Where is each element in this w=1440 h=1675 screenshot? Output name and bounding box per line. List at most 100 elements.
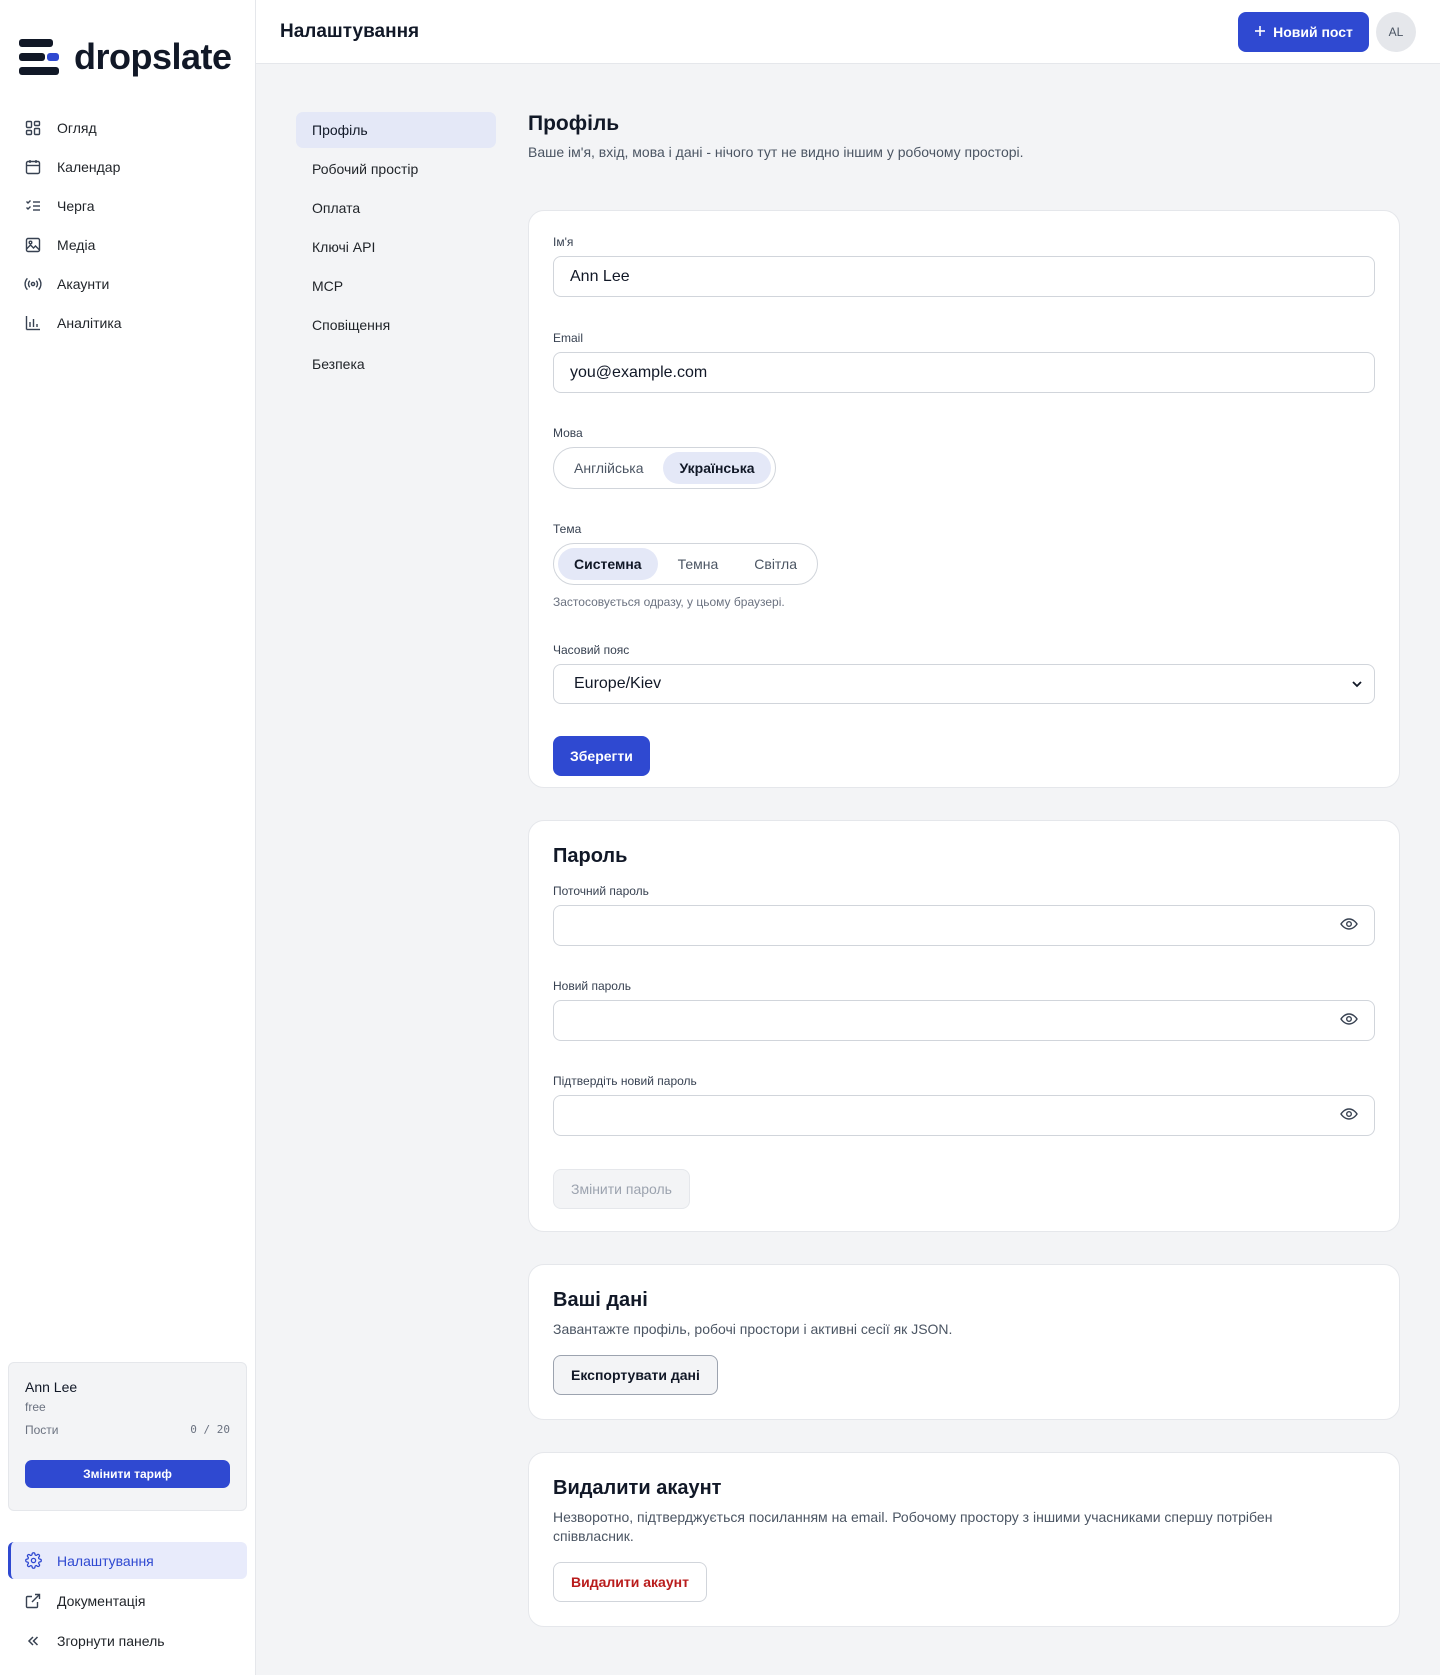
sidebar-item-docs[interactable]: Документація [8,1582,247,1619]
delete-account-description: Незворотно, підтверджується посиланням н… [553,1509,1273,1544]
new-post-button[interactable]: Новий пост [1238,12,1369,52]
email-label: Email [553,331,584,345]
posts-limit: 20 [216,1423,230,1436]
password-title: Пароль [553,845,628,867]
settings-tab-api-keys[interactable]: Ключі API [296,229,496,265]
delete-account-title: Видалити акаунт [553,1477,722,1499]
plan-tier: free [25,1400,46,1414]
theme-option-system[interactable]: Системна [558,548,658,580]
sidebar-item-label: Черга [57,197,95,214]
delete-account-card: Видалити акаунт Незворотно, підтверджуєт… [528,1452,1400,1627]
calendar-icon [24,158,42,176]
profile-header: Профіль Ваше ім'я, вхід, мова і дані - н… [528,112,1400,160]
timezone-value: Europe/Kiev [574,675,662,692]
password-card: Пароль Поточний пароль Новий пароль Підт… [528,820,1400,1232]
settings-nav: Профіль Робочий простір Оплата Ключі API… [296,112,496,385]
posts-label: Пости [25,1423,59,1437]
settings-tab-mcp[interactable]: MCP [296,268,496,304]
upgrade-plan-button[interactable]: Змінити тариф [25,1460,230,1488]
posts-used: 0 [190,1423,197,1436]
sidebar-bottom-nav: Налаштування Документація Згорнути панел… [8,1542,247,1662]
broadcast-icon [24,275,42,293]
settings-tab-workspace[interactable]: Робочий простір [296,151,496,187]
name-label: Ім'я [553,235,574,249]
gear-icon [24,1552,42,1570]
logo-text: dropslate [74,36,232,77]
sidebar-item-label: Календар [57,158,121,175]
new-password-label: Новий пароль [553,979,631,993]
chevrons-left-icon [24,1632,42,1650]
plan-card: Ann Lee free Пости 0 / 20 Змінити тариф [8,1362,247,1511]
sidebar-item-label: Акаунти [57,275,110,292]
section-title: Профіль [528,112,620,135]
posts-usage: 0 / 20 [190,1423,230,1437]
settings-tab-billing[interactable]: Оплата [296,190,496,226]
settings-tab-notifications[interactable]: Сповіщення [296,307,496,343]
export-data-button[interactable]: Експортувати дані [553,1355,718,1395]
sidebar-nav: Огляд Календар Черга Медіа Акаунти Аналі… [8,108,248,342]
sidebar-item-label: Згорнути панель [57,1632,165,1649]
language-label: Мова [553,426,583,440]
sidebar-item-label: Огляд [57,119,97,136]
data-export-card: Ваші дані Завантажте профіль, робочі про… [528,1264,1400,1420]
change-password-button[interactable]: Змінити пароль [553,1169,690,1209]
logo[interactable]: dropslate [19,36,232,78]
language-option-ukrainian[interactable]: Українська [663,452,771,484]
list-check-icon [24,197,42,215]
sidebar-item-calendar[interactable]: Календар [8,147,248,186]
sidebar-item-analytics[interactable]: Аналітика [8,303,248,342]
theme-label: Тема [553,522,582,536]
top-bar: Налаштування Новий пост AL [256,0,1440,64]
theme-option-dark[interactable]: Темна [662,548,735,580]
new-post-label: Новий пост [1273,24,1353,40]
theme-hint: Застосовується одразу, у цьому браузері. [553,595,785,609]
settings-tab-profile[interactable]: Профіль [296,112,496,148]
image-icon [24,236,42,254]
grid-icon [24,119,42,137]
current-password-input[interactable] [553,905,1375,946]
confirm-password-label: Підтвердіть новий пароль [553,1074,697,1088]
posts-usage-row: Пости 0 / 20 [25,1423,230,1437]
data-export-description: Завантажте профіль, робочі простори і ак… [553,1321,953,1337]
eye-icon[interactable] [1340,917,1358,935]
sidebar-item-label: Медіа [57,236,96,253]
save-button[interactable]: Зберегти [553,736,650,776]
profile-card: Ім'я Ann Lee Email you@example.com Мова … [528,210,1400,788]
plan-user-name: Ann Lee [25,1379,78,1395]
bar-chart-icon [24,314,42,332]
page-title: Налаштування [280,21,420,42]
current-password-label: Поточний пароль [553,884,649,898]
language-switcher: Англійська Українська [553,447,776,489]
sidebar-item-accounts[interactable]: Акаунти [8,264,248,303]
timezone-select[interactable]: Europe/Kiev [553,664,1375,704]
external-link-icon [24,1592,42,1610]
timezone-label: Часовий пояс [553,643,630,657]
sidebar-item-label: Налаштування [57,1552,154,1569]
eye-icon[interactable] [1340,1107,1358,1125]
delete-account-button[interactable]: Видалити акаунт [553,1562,707,1602]
new-password-input[interactable] [553,1000,1375,1041]
theme-option-light[interactable]: Світла [738,548,813,580]
confirm-password-input[interactable] [553,1095,1375,1136]
data-export-title: Ваші дані [553,1289,648,1311]
section-subtitle: Ваше ім'я, вхід, мова і дані - нічого ту… [528,144,1024,160]
collapse-sidebar-button[interactable]: Згорнути панель [8,1622,247,1659]
posts-separator: / [203,1423,211,1436]
eye-icon[interactable] [1340,1012,1358,1030]
sidebar-item-queue[interactable]: Черга [8,186,248,225]
name-input[interactable]: Ann Lee [553,256,1375,297]
sidebar-item-settings[interactable]: Налаштування [8,1542,247,1579]
language-option-english[interactable]: Англійська [558,452,659,484]
avatar[interactable]: AL [1376,12,1416,52]
settings-tab-security[interactable]: Безпека [296,346,496,382]
theme-switcher: Системна Темна Світла [553,543,818,585]
logo-mark-icon [19,39,59,75]
sidebar: dropslate Огляд Календар Черга Медіа Ака… [0,0,256,1675]
sidebar-item-label: Документація [57,1592,146,1609]
chevron-down-icon [1352,675,1362,693]
sidebar-item-media[interactable]: Медіа [8,225,248,264]
sidebar-item-overview[interactable]: Огляд [8,108,248,147]
plus-icon [1254,24,1266,40]
email-input[interactable]: you@example.com [553,352,1375,393]
sidebar-item-label: Аналітика [57,314,122,331]
